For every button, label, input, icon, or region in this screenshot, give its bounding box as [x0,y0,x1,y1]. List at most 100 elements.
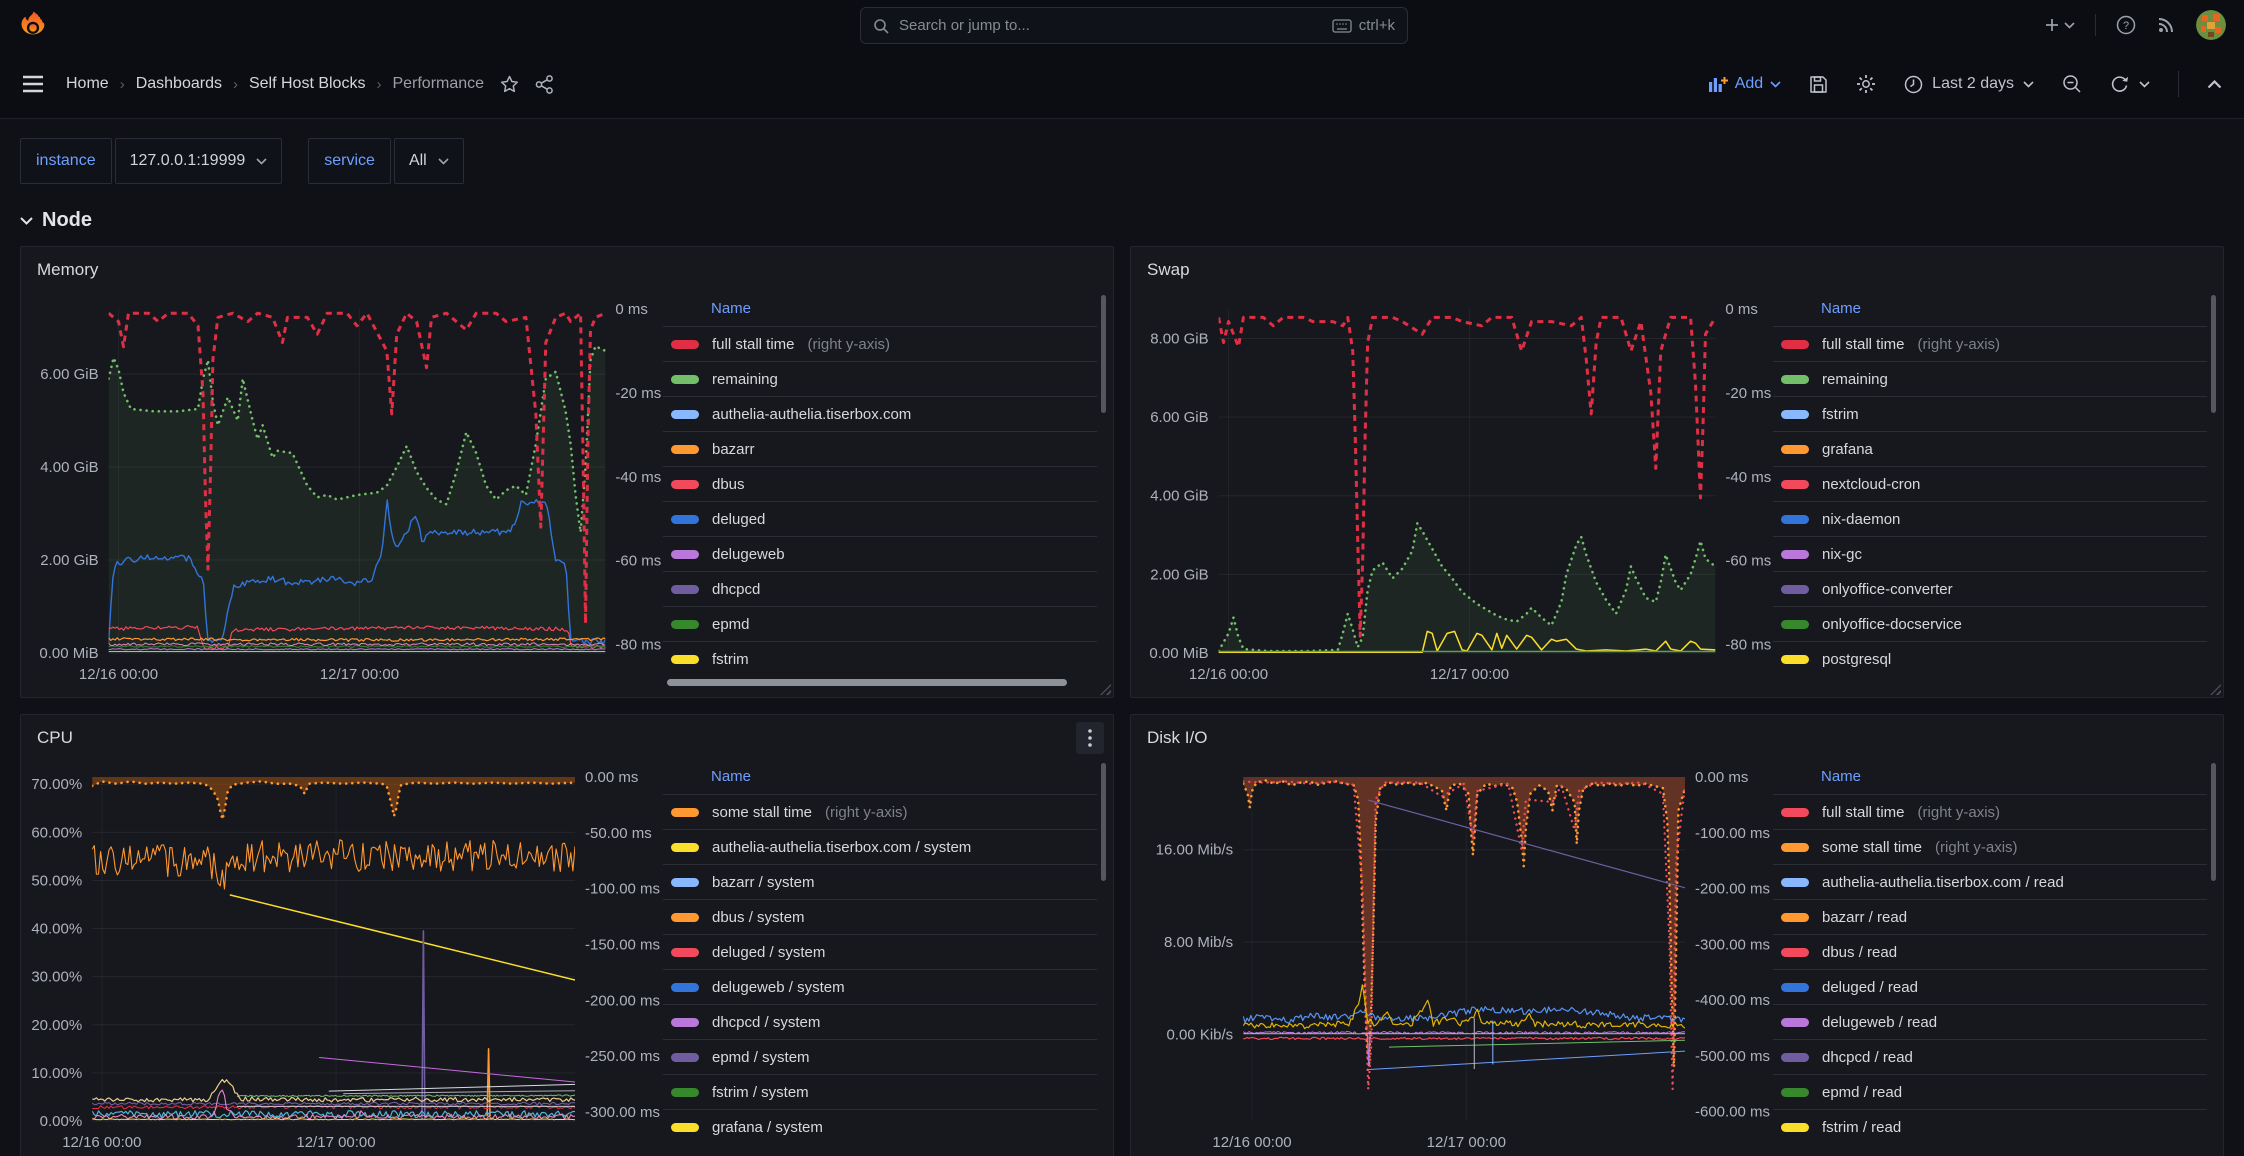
series-name[interactable]: bazarr [712,441,755,458]
row-node[interactable]: Node [20,209,2244,232]
series-name[interactable]: deluged / system [712,944,825,961]
share-icon[interactable] [535,75,554,94]
legend-item[interactable]: remaining [1773,361,2207,396]
series-name[interactable]: full stall time [1822,336,1905,353]
instance-filter-value[interactable]: 127.0.0.1:19999 [115,138,283,184]
series-name[interactable]: nix-daemon [1822,511,1900,528]
series-name[interactable]: delugeweb / read [1822,1014,1937,1031]
legend-item[interactable]: epmd [663,606,1097,641]
legend-item[interactable]: postgresql [1773,641,2207,676]
legend-scrollbar[interactable] [1101,295,1106,413]
series-name[interactable]: authelia-authelia.tiserbox.com / system [712,839,971,856]
series-name[interactable]: dhcpcd [712,581,760,598]
legend-item[interactable]: delugeweb [663,536,1097,571]
series-name[interactable]: epmd / system [712,1049,810,1066]
legend-item[interactable]: bazarr / read [1773,899,2207,934]
series-name[interactable]: deluged [712,511,765,528]
legend-item[interactable]: dbus / system [663,899,1097,934]
legend-item[interactable]: nix-gc [1773,536,2207,571]
series-name[interactable]: fstrim / read [1822,1119,1901,1136]
series-name[interactable]: delugeweb [712,546,785,563]
series-name[interactable]: postgresql [1822,651,1891,668]
star-icon[interactable] [500,75,519,94]
time-series-chart[interactable]: 0.00 MiB2.00 GiB4.00 GiB6.00 GiB0 ms-20 … [27,293,663,687]
legend-item[interactable]: deluged / read [1773,969,2207,1004]
legend-item[interactable]: full stall time(right y-axis) [663,326,1097,361]
time-series-chart[interactable]: 0.00 Kib/s8.00 Mib/s16.00 Mib/s0.00 ms-1… [1137,761,1773,1155]
legend-item[interactable]: fstrim / system [663,1074,1097,1109]
new-menu-button[interactable] [2044,17,2075,33]
legend-column-name[interactable]: Name [663,293,1097,326]
panel-header[interactable]: Swap [1131,247,2223,293]
panel-header[interactable]: Disk I/O [1131,715,2223,761]
series-name[interactable]: dbus / read [1822,944,1897,961]
series-name[interactable]: bazarr / system [712,874,815,891]
series-name[interactable]: some stall time [712,804,812,821]
breadcrumb-home[interactable]: Home [66,75,109,93]
series-name[interactable]: full stall time [712,336,795,353]
search-box[interactable]: ctrl+k [860,7,1408,44]
time-series-chart[interactable]: 0.00 MiB2.00 GiB4.00 GiB6.00 GiB8.00 GiB… [1137,293,1773,687]
legend-scrollbar[interactable] [2211,295,2216,413]
legend-item[interactable]: nix-daemon [1773,501,2207,536]
series-name[interactable]: nextcloud-cron [1822,476,1920,493]
legend-item[interactable]: bazarr / system [663,864,1097,899]
legend-horizontal-scrollbar[interactable] [667,679,1067,686]
series-name[interactable]: fstrim / system [712,1084,809,1101]
user-avatar[interactable] [2196,10,2226,40]
series-name[interactable]: dbus / system [712,909,805,926]
series-name[interactable]: authelia-authelia.tiserbox.com [712,406,911,423]
series-name[interactable]: nix-gc [1822,546,1862,563]
series-name[interactable]: delugeweb / system [712,979,845,996]
legend-item[interactable]: some stall time(right y-axis) [663,794,1097,829]
time-series-chart[interactable]: 0.00%10.00%20.00%30.00%40.00%50.00%60.00… [27,761,663,1155]
legend-item[interactable]: epmd / read [1773,1074,2207,1109]
legend-scrollbar[interactable] [1101,763,1106,881]
breadcrumb-dashboards[interactable]: Dashboards [136,75,222,93]
legend-item[interactable]: authelia-authelia.tiserbox.com / system [663,829,1097,864]
grafana-logo[interactable] [18,10,48,40]
legend-item[interactable]: dbus [663,466,1097,501]
series-name[interactable]: bazarr / read [1822,909,1907,926]
service-filter-value[interactable]: All [394,138,464,184]
legend-item[interactable]: fstrim / read [1773,1109,2207,1144]
legend-item[interactable]: grafana [1773,431,2207,466]
series-name[interactable]: some stall time [1822,839,1922,856]
settings-icon[interactable] [1856,74,1876,94]
legend-item[interactable]: dhcpcd / read [1773,1039,2207,1074]
collapse-toolbar-icon[interactable] [2207,80,2222,89]
search-input[interactable] [899,17,1322,34]
series-name[interactable]: dhcpcd / system [712,1014,820,1031]
legend-item[interactable]: fstrim [663,641,1097,676]
series-name[interactable]: grafana [1822,441,1873,458]
legend-item[interactable]: bazarr [663,431,1097,466]
legend-column-name[interactable]: Name [1773,293,2207,326]
legend-item[interactable]: remaining [663,361,1097,396]
legend-item[interactable]: nextcloud-cron [1773,466,2207,501]
help-button[interactable]: ? [2116,15,2136,35]
legend-item[interactable]: fstrim [1773,396,2207,431]
legend-item[interactable]: dhcpcd [663,571,1097,606]
legend-item[interactable]: authelia-authelia.tiserbox.com [663,396,1097,431]
legend-item[interactable]: delugeweb / read [1773,1004,2207,1039]
series-name[interactable]: full stall time [1822,804,1905,821]
panel-header[interactable]: Memory [21,247,1113,293]
series-name[interactable]: fstrim [712,651,749,668]
legend-scrollbar[interactable] [2211,763,2216,881]
panel-menu-button[interactable] [1076,722,1104,754]
legend-item[interactable]: onlyoffice-docservice [1773,606,2207,641]
series-name[interactable]: epmd / read [1822,1084,1902,1101]
news-button[interactable] [2156,15,2176,35]
legend-item[interactable]: grafana / system [663,1109,1097,1144]
zoom-out-icon[interactable] [2062,74,2082,94]
legend-item[interactable]: delugeweb / system [663,969,1097,1004]
legend-item[interactable]: deluged [663,501,1097,536]
series-name[interactable]: remaining [712,371,778,388]
time-range-picker[interactable]: Last 2 days [1904,75,2034,94]
save-icon[interactable] [1809,75,1828,94]
legend-item[interactable]: deluged / system [663,934,1097,969]
series-name[interactable]: dbus [712,476,745,493]
legend-item[interactable]: full stall time(right y-axis) [1773,326,2207,361]
refresh-button[interactable] [2110,74,2150,94]
series-name[interactable]: fstrim [1822,406,1859,423]
